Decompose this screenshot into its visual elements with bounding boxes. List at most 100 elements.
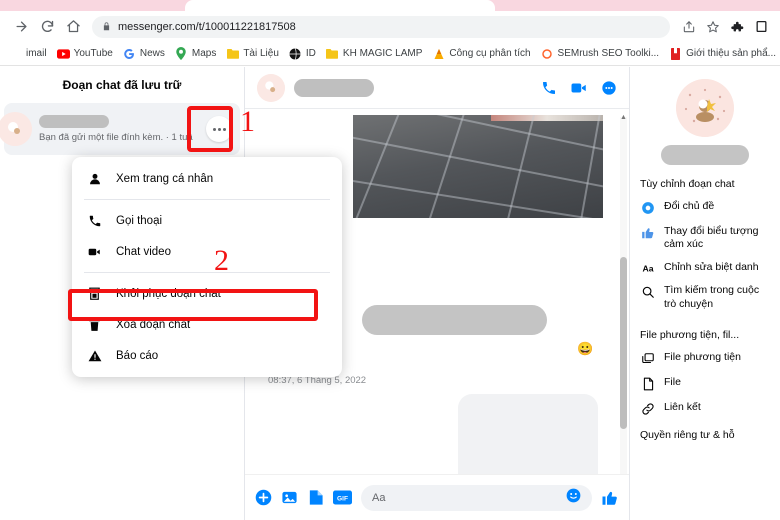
search-icon bbox=[640, 285, 656, 299]
maps-pin-icon bbox=[175, 47, 188, 60]
youtube-icon bbox=[56, 47, 70, 60]
bookmark-item[interactable]: Tài Liệu bbox=[221, 47, 284, 60]
browser-toolbar: messenger.com/t/100011221817508 bbox=[0, 11, 780, 42]
details-item-media-files[interactable]: File phương tiện bbox=[640, 346, 770, 371]
bookmark-item[interactable]: Công cụ phân tích bbox=[427, 47, 535, 60]
avatar[interactable] bbox=[676, 79, 734, 137]
emoji-smiley-icon[interactable] bbox=[566, 488, 581, 508]
bookmark-item[interactable]: Giới thiệu sản phẩ... bbox=[664, 47, 780, 60]
message-scrollbar[interactable] bbox=[620, 117, 627, 474]
message-reaction[interactable]: 😀 bbox=[577, 341, 593, 357]
link-icon bbox=[640, 402, 656, 416]
message-composer: GIF Aa bbox=[245, 474, 629, 520]
annotation-number-step-1: 1 bbox=[240, 105, 255, 138]
tile-line bbox=[353, 177, 603, 218]
phone-icon[interactable] bbox=[541, 80, 557, 96]
red-doc-icon bbox=[669, 47, 682, 60]
bookmark-item[interactable]: YouTube bbox=[52, 47, 118, 60]
semrush-icon bbox=[541, 47, 554, 60]
unarchive-icon bbox=[86, 287, 103, 301]
browser-window: messenger.com/t/100011221817508 imail Yo… bbox=[0, 0, 780, 520]
photo-message[interactable] bbox=[353, 115, 603, 218]
bookmark-star-icon[interactable] bbox=[702, 16, 724, 38]
video-camera-icon[interactable] bbox=[570, 79, 588, 97]
trash-icon bbox=[86, 318, 103, 332]
reload-button[interactable] bbox=[34, 14, 60, 40]
address-bar[interactable]: messenger.com/t/100011221817508 bbox=[92, 15, 670, 38]
delete-chat-item[interactable]: Xóa đoạn chat bbox=[72, 309, 342, 340]
chat-header bbox=[245, 67, 629, 109]
privacy-section-title: Quyền riêng tư & hỗ bbox=[640, 428, 735, 441]
details-item-search-conversation[interactable]: Tìm kiếm trong cuộc trò chuyện bbox=[640, 279, 770, 315]
thumbs-up-icon bbox=[640, 226, 656, 240]
photo-background-strip bbox=[490, 115, 603, 121]
conversation-text: Bạn đã gửi một file đính kèm. · 1 tuầ bbox=[32, 115, 206, 143]
video-chat-item[interactable]: Chat video bbox=[72, 236, 342, 267]
profile-icon[interactable] bbox=[750, 16, 772, 38]
bookmark-item[interactable]: SEMrush SEO Toolki... bbox=[536, 47, 665, 60]
warning-triangle-icon bbox=[86, 349, 103, 363]
details-item-change-theme[interactable]: Đổi chủ đề bbox=[640, 195, 770, 220]
video-camera-icon bbox=[86, 245, 103, 259]
page-title: Đoạn chat đã lưu trữ bbox=[62, 78, 182, 92]
details-item-edit-nickname[interactable]: Aa Chỉnh sửa biệt danh bbox=[640, 256, 770, 279]
conversation-context-menu: Xem trang cá nhân Gọi thoại Chat video K… bbox=[72, 157, 342, 377]
address-bar-url: messenger.com/t/100011221817508 bbox=[118, 20, 296, 33]
bookmark-item[interactable]: KH MAGIC LAMP bbox=[321, 47, 427, 60]
home-button[interactable] bbox=[60, 14, 86, 40]
media-photos-icon bbox=[640, 352, 656, 366]
bookmark-item[interactable]: imail bbox=[4, 47, 52, 60]
conversation-list-item[interactable]: Bạn đã gửi một file đính kèm. · 1 tuầ bbox=[0, 103, 240, 155]
details-name-redacted bbox=[661, 145, 749, 165]
image-icon[interactable] bbox=[281, 489, 298, 506]
forward-button[interactable] bbox=[8, 14, 34, 40]
info-icon[interactable] bbox=[601, 80, 617, 96]
details-item-links[interactable]: Liên kết bbox=[640, 396, 770, 421]
thumbs-up-icon[interactable] bbox=[601, 489, 619, 507]
details-item-files[interactable]: File bbox=[640, 371, 770, 396]
document-icon bbox=[640, 377, 656, 391]
plus-circle-icon[interactable] bbox=[255, 489, 272, 506]
google-news-icon bbox=[123, 47, 136, 60]
person-icon bbox=[86, 172, 103, 186]
avatar[interactable] bbox=[257, 73, 285, 102]
analytics-icon bbox=[432, 47, 445, 60]
ellipsis-glyph bbox=[212, 127, 226, 131]
menu-divider bbox=[84, 272, 330, 273]
attachment-card-message[interactable] bbox=[458, 394, 598, 474]
restore-chat-item[interactable]: Khôi phục đoạn chat bbox=[72, 278, 342, 309]
sticker-icon[interactable] bbox=[307, 489, 324, 506]
scroll-up-arrow-icon[interactable]: ▲ bbox=[619, 113, 628, 122]
extensions-puzzle-icon[interactable] bbox=[726, 16, 748, 38]
svg-text:Aa: Aa bbox=[642, 264, 653, 274]
archived-chats-header: Đoạn chat đã lưu trữ bbox=[0, 67, 244, 103]
report-item[interactable]: Báo cáo bbox=[72, 340, 342, 371]
toolbar-icon-group bbox=[678, 16, 772, 38]
message-input-placeholder: Aa bbox=[372, 491, 386, 504]
annotation-number-step-2: 2 bbox=[214, 244, 229, 277]
phone-icon bbox=[86, 214, 103, 228]
conversation-details-panel: Tùy chỉnh đoạn chat Đổi chủ đề Thay đổi … bbox=[630, 67, 780, 520]
gif-icon[interactable]: GIF bbox=[333, 490, 352, 505]
share-icon[interactable] bbox=[678, 16, 700, 38]
more-options-icon[interactable] bbox=[206, 116, 232, 142]
bookmark-item[interactable]: Maps bbox=[170, 47, 221, 60]
chat-title-redacted bbox=[294, 78, 374, 97]
details-item-change-emoji[interactable]: Thay đổi biểu tượng cảm xúc bbox=[640, 220, 770, 256]
bookmarks-bar: imail YouTube News Maps Tài Liệu ID KH M… bbox=[0, 42, 780, 66]
voice-call-item[interactable]: Gọi thoại bbox=[72, 205, 342, 236]
view-profile-item[interactable]: Xem trang cá nhân bbox=[72, 163, 342, 194]
tile-line bbox=[353, 115, 603, 160]
conversation-name-redacted bbox=[39, 115, 109, 128]
bookmark-item[interactable]: ID bbox=[284, 47, 321, 60]
message-input[interactable]: Aa bbox=[361, 484, 592, 511]
conversation-preview: Bạn đã gửi một file đính kèm. · 1 tuầ bbox=[39, 132, 193, 143]
folder-icon bbox=[226, 47, 239, 60]
tile-line bbox=[574, 115, 603, 218]
folder-icon bbox=[326, 47, 339, 60]
bookmark-item[interactable]: News bbox=[118, 47, 170, 60]
scrollbar-thumb[interactable] bbox=[620, 257, 627, 429]
tab-strip bbox=[0, 0, 780, 11]
message-bubble-redacted[interactable] bbox=[362, 305, 547, 335]
active-browser-tab[interactable] bbox=[185, 0, 495, 11]
